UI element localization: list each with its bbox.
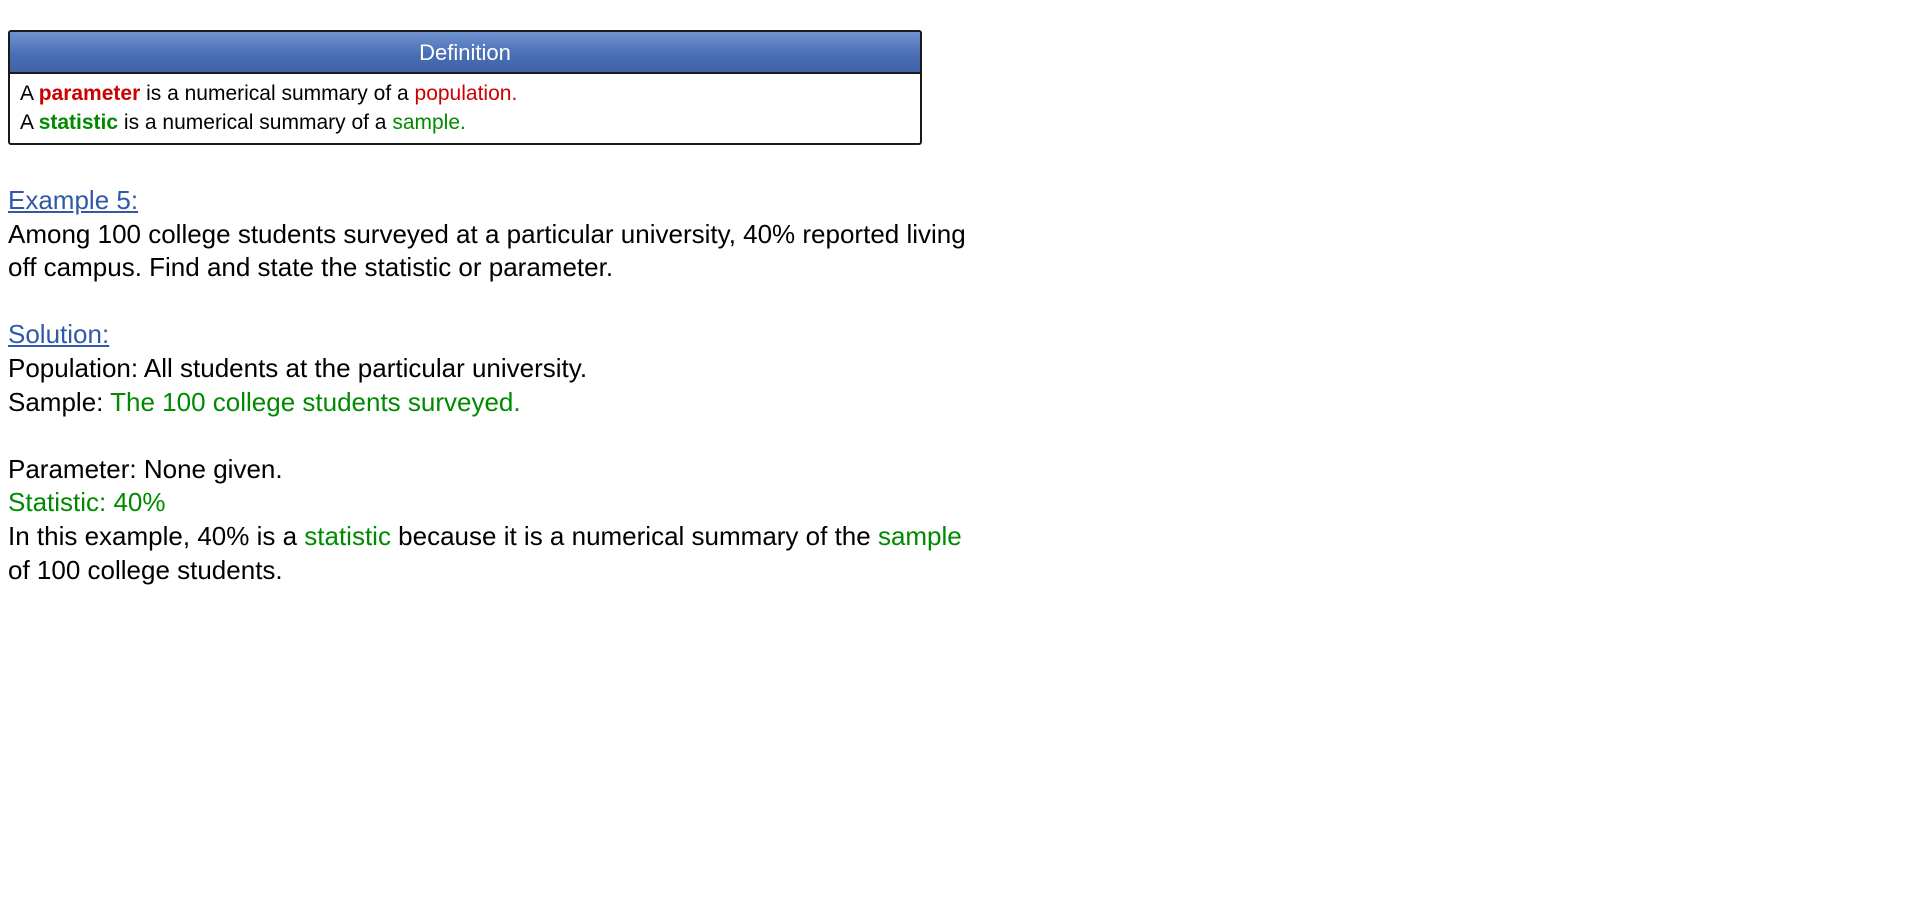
population-label: Population: <box>8 352 144 383</box>
term-population: population <box>414 82 512 105</box>
explanation-line-2: of 100 college students. <box>8 554 283 585</box>
solution-heading[interactable]: Solution: <box>8 318 1068 352</box>
definition-line-parameter-middle: is a numerical summary of a <box>140 82 415 105</box>
sample-label: Sample: <box>8 386 111 417</box>
definition-line-statistic-end: . <box>460 111 466 134</box>
definition-box: Definition A parameter is a numerical su… <box>8 30 922 145</box>
explanation-part-1: In this example, 40% is a <box>8 520 305 551</box>
definition-line-statistic-prefix: A <box>20 111 39 134</box>
example-content: Example 5: Among 100 college students su… <box>8 184 1068 587</box>
definition-body: A parameter is a numerical summary of a … <box>10 74 920 137</box>
definition-line-parameter: A parameter is a numerical summary of a … <box>20 79 910 108</box>
definition-line-parameter-prefix: A <box>20 82 39 105</box>
sample-value: The 100 college students surveyed. <box>110 386 521 417</box>
explanation-term-sample: sample <box>877 520 962 551</box>
term-statistic: statistic <box>38 111 119 134</box>
explanation-line-1: In this example, 40% is a statistic beca… <box>8 520 1068 554</box>
definition-line-statistic: A statistic is a numerical summary of a … <box>20 108 910 137</box>
explanation-term-statistic: statistic <box>304 520 391 551</box>
definition-line-parameter-end: . <box>511 82 518 105</box>
sample-line: Sample: The 100 college students surveye… <box>8 386 1068 420</box>
population-value: All students at the particular universit… <box>143 352 588 383</box>
definition-line-statistic-middle: is a numerical summary of a <box>118 111 393 134</box>
term-sample: sample <box>392 111 461 134</box>
example-text-line-1: Among 100 college students surveyed at a… <box>8 218 966 249</box>
definition-header: Definition <box>10 32 920 74</box>
term-parameter: parameter <box>38 82 141 105</box>
explanation-part-2: because it is a numerical summary of the <box>390 520 878 551</box>
population-line: Population: All students at the particul… <box>8 352 1068 386</box>
parameter-line: Parameter: None given. <box>8 453 283 484</box>
statistic-line: Statistic: 40% <box>8 487 166 518</box>
example-text-line-2: off campus. Find and state the statistic… <box>8 252 614 283</box>
example-heading[interactable]: Example 5: <box>8 184 1068 218</box>
